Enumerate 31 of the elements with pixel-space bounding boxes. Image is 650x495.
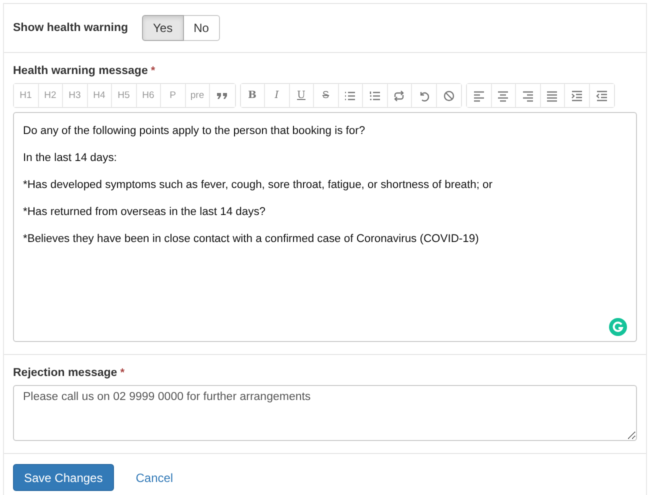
required-mark: *: [150, 65, 156, 77]
field-label: Health warning message: [13, 65, 148, 77]
required-mark: *: [120, 367, 124, 379]
save-button[interactable]: Save Changes: [13, 464, 114, 491]
align-left-button[interactable]: [467, 84, 492, 107]
clear-format-icon: [442, 90, 455, 102]
toggle-option[interactable]: Yes: [142, 15, 184, 41]
editor-paragraph: *Believes they have been in close contact with a confirmed case of Coronavirus (COVID-19): [23, 232, 480, 246]
outdent-icon: [596, 90, 608, 102]
grammar-assistant-icon[interactable]: [609, 318, 627, 336]
field-label: Show health warning: [13, 22, 128, 34]
align-center-icon: [497, 90, 510, 102]
editor-paragraph: *Has developed symptoms such as fever, cough, sore throat, fatigue, or shortness of breath; or: [23, 178, 494, 192]
rich-text-editor[interactable]: [13, 112, 637, 342]
align-right-icon: [522, 90, 534, 102]
align-justify-icon: [546, 90, 558, 102]
indent-icon: [570, 90, 583, 102]
cancel-link[interactable]: Cancel: [136, 470, 174, 484]
undo-icon: [418, 90, 430, 102]
rejection-message-field[interactable]: Please call us on 02 9999 0000 for further arrangements: [13, 385, 637, 441]
field-label: Rejection message: [13, 367, 118, 379]
toolbar-button[interactable]: H1: [14, 84, 38, 107]
align-left-icon: [472, 90, 485, 102]
editor-paragraph: Do any of the following points apply to the person that booking is for?: [23, 124, 366, 138]
bulleted-list-icon: [344, 90, 356, 102]
toggle-option[interactable]: No: [184, 15, 220, 41]
redo-icon: [393, 90, 406, 102]
numbered-list-icon: [368, 90, 381, 102]
editor-paragraph: In the last 14 days:: [23, 151, 118, 165]
editor-paragraph: *Has returned from overseas in the last 14 days?: [23, 205, 267, 219]
toolbar-button[interactable]: B: [240, 84, 265, 107]
